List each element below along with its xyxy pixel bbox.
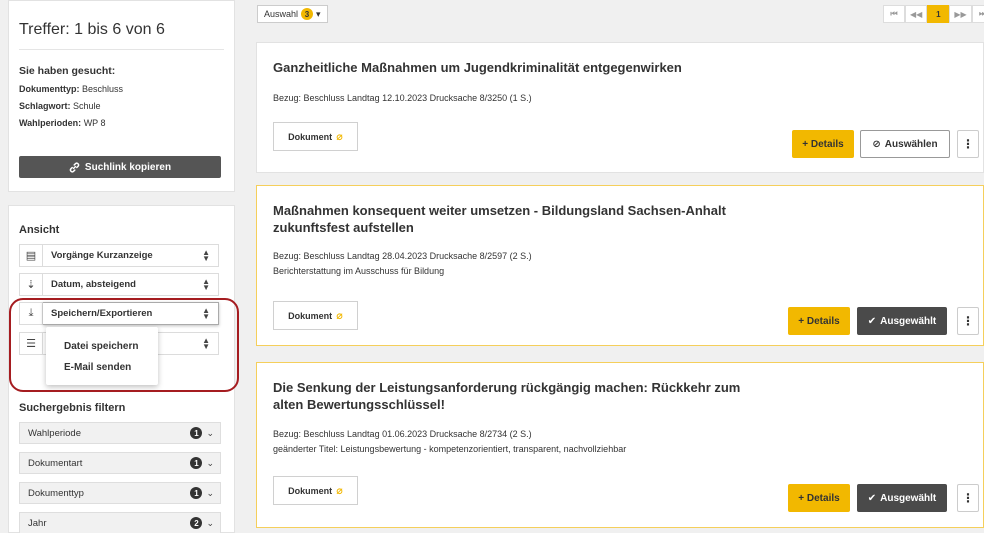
- result-reference: Bezug: Beschluss Landtag 12.10.2023 Druc…: [273, 93, 532, 103]
- chevron-down-icon: ⌄: [206, 487, 214, 498]
- next-page-button[interactable]: ▶▶: [949, 5, 972, 23]
- check-circle-icon: ✔: [867, 492, 877, 504]
- select-button[interactable]: ⊘ Auswählen: [860, 130, 950, 158]
- chevron-down-icon: ⌄: [206, 457, 214, 468]
- current-page-button[interactable]: 1: [927, 5, 950, 23]
- updown-icon: ▲ ▼: [202, 305, 210, 321]
- paperclip-icon: ⌀: [336, 310, 343, 322]
- filter-dokumenttyp[interactable]: Dokumenttyp 1 ⌄: [19, 482, 221, 504]
- sort-select[interactable]: ⇣ Datum, absteigend ▲ ▼: [19, 273, 219, 296]
- menu-item-send-email[interactable]: E-Mail senden: [64, 362, 131, 373]
- result-title[interactable]: Maßnahmen konsequent weiter umsetzen - B…: [273, 202, 753, 236]
- selected-button[interactable]: ✔ Ausgewählt: [857, 484, 947, 512]
- filter-heading: Suchergebnis filtern: [19, 402, 126, 414]
- filter-panel: Suchergebnis filtern Wahlperiode 1 ⌄ Doku…: [8, 392, 235, 533]
- chevron-down-icon: ⌄: [206, 427, 214, 438]
- result-card: Maßnahmen konsequent weiter umsetzen - B…: [256, 185, 984, 346]
- check-circle-icon: ⊘: [872, 138, 881, 150]
- details-button[interactable]: + Details: [788, 307, 850, 335]
- details-button[interactable]: + Details: [792, 130, 854, 158]
- filter-wahlperiode[interactable]: Wahlperiode 1 ⌄: [19, 422, 221, 444]
- link-icon: [69, 161, 80, 173]
- result-reference: Bezug: Beschluss Landtag 01.06.2023 Druc…: [273, 429, 532, 439]
- result-title[interactable]: Die Senkung der Leistungsanforderung rüc…: [273, 379, 753, 413]
- menu-item-save-file[interactable]: Datei speichern: [64, 341, 138, 352]
- updown-icon: ▲ ▼: [202, 335, 210, 351]
- result-card: Die Senkung der Leistungsanforderung rüc…: [256, 362, 984, 528]
- count-badge: 1: [190, 457, 203, 469]
- criterion-doctype: Dokumenttyp: Beschluss: [19, 84, 124, 94]
- criterion-period: Wahlperioden: WP 8: [19, 118, 106, 128]
- lines-icon: ☰: [19, 332, 43, 355]
- filter-dokumentart[interactable]: Dokumentart 1 ⌄: [19, 452, 221, 474]
- sort-icon: ⇣: [19, 273, 43, 296]
- document-button[interactable]: Dokument ⌀: [273, 301, 358, 330]
- more-options-button[interactable]: ⋮: [957, 307, 979, 335]
- download-icon: ⤓: [19, 302, 43, 325]
- count-badge: 1: [190, 427, 203, 439]
- paperclip-icon: ⌀: [336, 485, 343, 497]
- count-badge: 1: [190, 487, 203, 499]
- document-button[interactable]: Dokument ⌀: [273, 476, 358, 505]
- result-reference: Bezug: Beschluss Landtag 28.04.2023 Druc…: [273, 251, 532, 261]
- first-page-button[interactable]: ⏮: [883, 5, 905, 23]
- hit-count: Treffer: 1 bis 6 von 6: [19, 21, 165, 38]
- kebab-icon: ⋮: [962, 491, 974, 505]
- document-button[interactable]: Dokument ⌀: [273, 122, 358, 151]
- count-badge: 2: [190, 517, 203, 529]
- searched-heading: Sie haben gesucht:: [19, 65, 116, 77]
- updown-icon: ▲ ▼: [202, 247, 210, 263]
- selected-button[interactable]: ✔ Ausgewählt: [857, 307, 947, 335]
- view-heading: Ansicht: [19, 224, 60, 236]
- kebab-icon: ⋮: [962, 314, 974, 328]
- filter-jahr[interactable]: Jahr 2 ⌄: [19, 512, 221, 533]
- chevron-down-icon: ⌄: [206, 517, 214, 528]
- export-select[interactable]: ⤓ Speichern/Exportieren ▲ ▼: [19, 302, 219, 325]
- selection-dropdown[interactable]: Auswahl 3 ▾: [257, 5, 328, 23]
- list-icon: ▤: [19, 244, 43, 267]
- selection-count-badge: 3: [301, 8, 314, 20]
- last-page-button[interactable]: ⏭: [971, 5, 984, 23]
- updown-icon: ▲ ▼: [202, 276, 210, 292]
- more-options-button[interactable]: ⋮: [957, 484, 979, 512]
- export-dropdown-menu: Datei speichern E-Mail senden: [46, 327, 158, 385]
- pagination: ⏮ ◀◀ 1 ▶▶ ⏭: [883, 5, 984, 23]
- copy-search-link-button[interactable]: Suchlink kopieren: [19, 156, 221, 178]
- result-card: Ganzheitliche Maßnahmen um Jugendkrimina…: [256, 42, 984, 173]
- paperclip-icon: ⌀: [336, 131, 343, 143]
- search-summary-panel: Treffer: 1 bis 6 von 6 Sie haben gesucht…: [8, 0, 235, 192]
- divider: [19, 49, 224, 50]
- result-title[interactable]: Ganzheitliche Maßnahmen um Jugendkrimina…: [273, 59, 753, 76]
- result-note: Berichterstattung im Ausschuss für Bildu…: [273, 266, 445, 276]
- caret-down-icon: ▾: [316, 8, 321, 19]
- criterion-keyword: Schlagwort: Schule: [19, 101, 101, 111]
- prev-page-button[interactable]: ◀◀: [905, 5, 928, 23]
- more-options-button[interactable]: ⋮: [957, 130, 979, 158]
- result-note: geänderter Titel: Leistungsbewertung - k…: [273, 444, 627, 454]
- check-circle-icon: ✔: [867, 315, 877, 327]
- view-mode-select[interactable]: ▤ Vorgänge Kurzanzeige ▲ ▼: [19, 244, 219, 267]
- kebab-icon: ⋮: [962, 137, 974, 151]
- details-button[interactable]: + Details: [788, 484, 850, 512]
